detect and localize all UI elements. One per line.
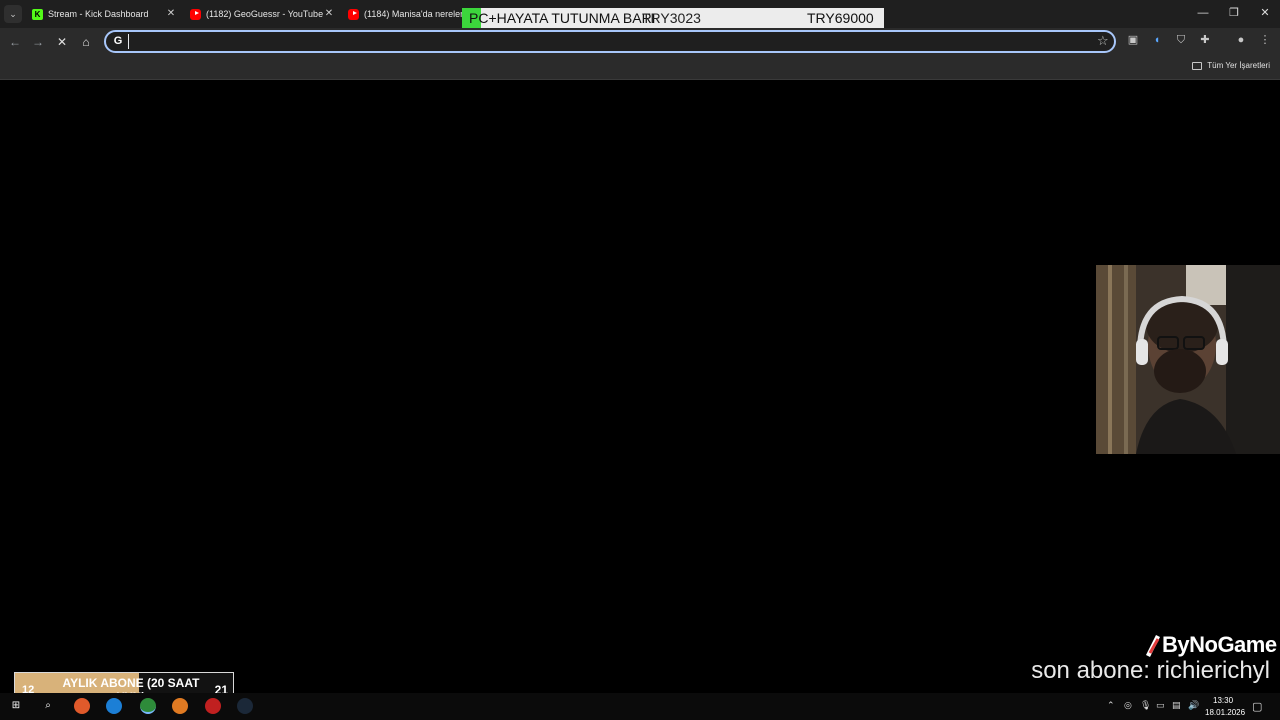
bookmark-star-icon[interactable]: ☆	[1097, 33, 1109, 49]
tab-kick-dashboard[interactable]: K Stream - Kick Dashboard ✕	[32, 2, 177, 26]
obs-icon[interactable]	[205, 698, 221, 714]
webcam-feed	[1096, 265, 1280, 454]
back-arrow-icon[interactable]: ←	[7, 34, 23, 50]
brand-mark-icon	[1146, 635, 1160, 657]
firefox-icon[interactable]	[172, 698, 188, 714]
steam-icon[interactable]	[237, 698, 253, 714]
bookmarks-bar: Tüm Yer İşaretleri	[0, 56, 1280, 80]
windows-taskbar: ⊞ ⌕ ⌃ ◎ 🎙 ▭ ▤ 🔊 ▢	[0, 693, 1280, 720]
restore-button[interactable]: ❐	[1219, 4, 1249, 22]
all-bookmarks-label: Tüm Yer İşaretleri	[1207, 61, 1270, 70]
close-window-button[interactable]: ✕	[1250, 4, 1280, 22]
edge-icon[interactable]	[106, 698, 122, 714]
shield-extension-icon[interactable]: ⛉	[1174, 33, 1188, 47]
microphone-icon[interactable]: 🎙	[1140, 700, 1151, 711]
tray-app-icon[interactable]: ◎	[1124, 700, 1132, 711]
google-icon: G	[113, 35, 123, 47]
notifications-icon[interactable]: ▢	[1252, 700, 1262, 713]
taskbar-date[interactable]: 18.01.2026	[1205, 708, 1245, 717]
donation-goal-target: TRY69000	[807, 10, 874, 26]
forward-arrow-icon[interactable]: →	[30, 34, 46, 50]
screenshot-extension-icon[interactable]: ▣	[1126, 33, 1140, 47]
donation-goal-current: TRY3023	[642, 10, 701, 26]
kick-icon: K	[32, 8, 43, 20]
close-icon[interactable]: ✕	[165, 8, 177, 20]
extensions-puzzle-icon[interactable]: ✚	[1198, 33, 1212, 47]
translate-extension-icon[interactable]: ◖	[1150, 33, 1164, 47]
address-bar[interactable]: G ☆	[104, 30, 1116, 53]
battery-icon[interactable]: ▭	[1156, 700, 1165, 711]
last-subscriber-text: son abone: richierichyl	[1031, 657, 1270, 684]
streamer-camera-image	[1096, 265, 1280, 454]
windows-start-icon[interactable]: ⊞	[8, 698, 24, 714]
youtube-icon	[190, 8, 201, 20]
address-input[interactable]	[128, 34, 1088, 49]
network-icon[interactable]: ▤	[1172, 700, 1181, 711]
close-icon[interactable]: ✕	[323, 8, 335, 20]
brand-name: ByNoGame	[1162, 632, 1277, 657]
menu-kebab-icon[interactable]: ⋮	[1258, 33, 1272, 47]
tab-title: (1184) Manisa'da nereler ge	[364, 9, 468, 19]
tab-geoguessr-youtube[interactable]: (1182) GeoGuessr - YouTube ✕	[190, 2, 335, 26]
brand-logo: ByNoGame	[1142, 632, 1277, 658]
folder-icon	[1192, 61, 1203, 70]
search-icon[interactable]: ⌕	[40, 698, 56, 714]
donation-goal-title: PC+HAYATA TUTUNMA BARI	[469, 10, 656, 26]
all-bookmarks-button[interactable]: Tüm Yer İşaretleri	[1192, 61, 1270, 70]
taskbar-time[interactable]: 13:30	[1213, 696, 1233, 705]
tab-manisa-youtube[interactable]: (1184) Manisa'da nereler ge	[348, 2, 468, 26]
tray-chevron-icon[interactable]: ⌃	[1107, 700, 1115, 711]
home-icon[interactable]: ⌂	[78, 34, 94, 50]
tab-title: (1182) GeoGuessr - YouTube	[206, 9, 324, 19]
volume-icon[interactable]: 🔊	[1188, 700, 1199, 711]
chrome-icon[interactable]	[140, 698, 156, 714]
tab-title: Stream - Kick Dashboard	[48, 9, 149, 19]
minimize-button[interactable]: —	[1188, 4, 1218, 22]
app-icon[interactable]	[74, 698, 90, 714]
tab-search-button[interactable]: ⌄	[4, 5, 22, 23]
youtube-icon	[348, 8, 359, 20]
profile-avatar-icon[interactable]: ●	[1234, 33, 1248, 47]
stop-loading-icon[interactable]: ✕	[54, 34, 70, 50]
